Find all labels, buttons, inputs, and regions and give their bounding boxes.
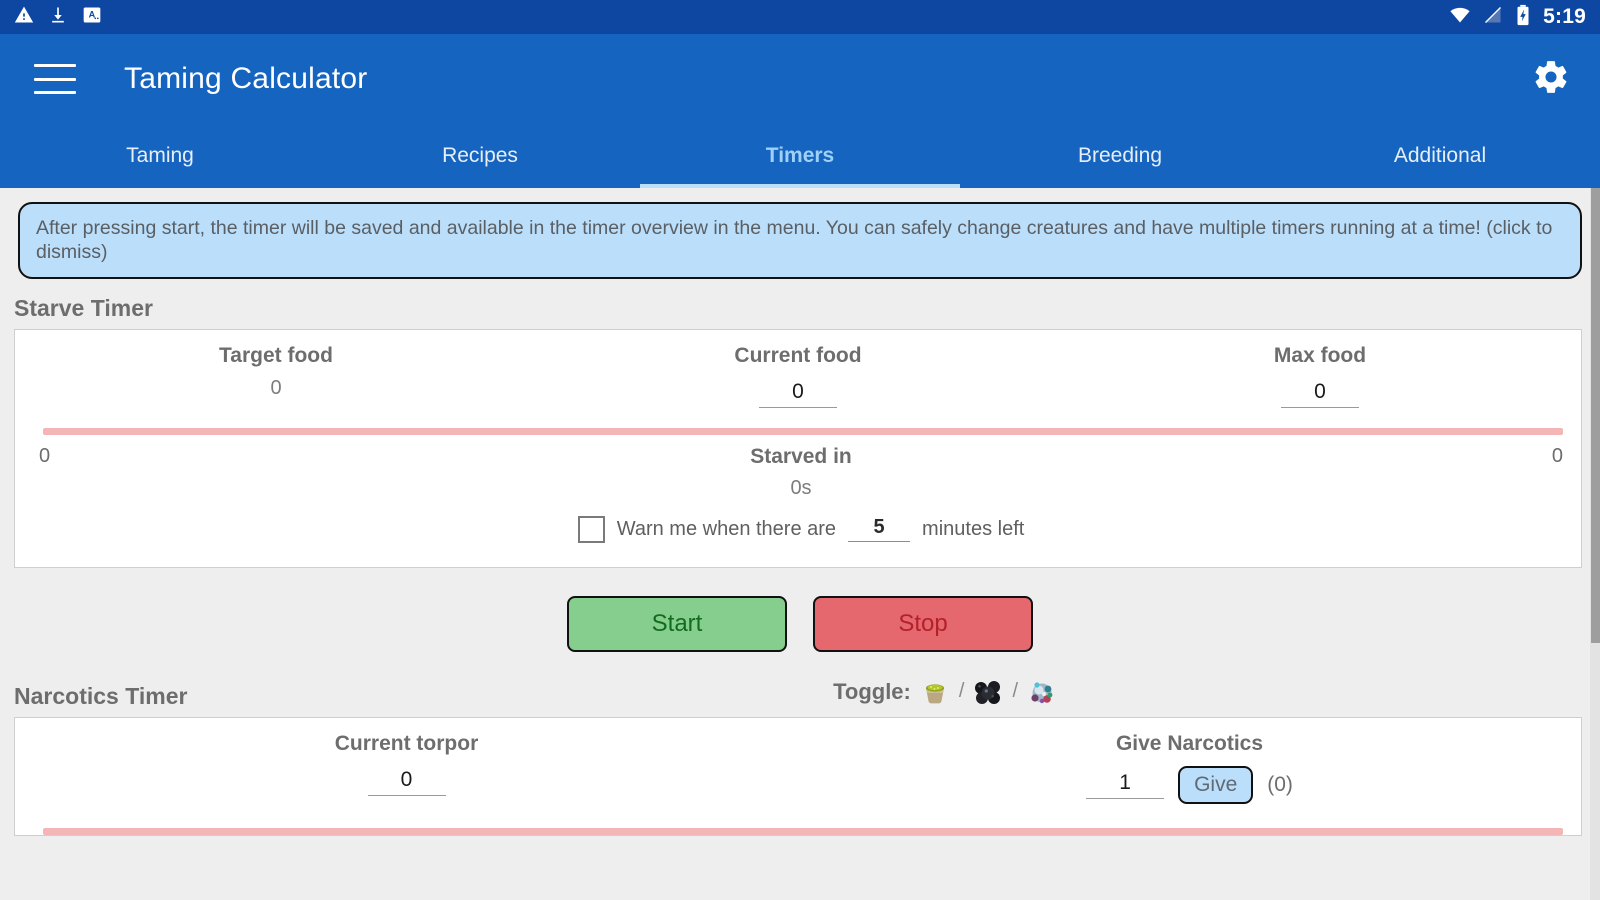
stop-button[interactable]: Stop [813,596,1033,652]
keyboard-input-icon: A [82,5,102,30]
starve-timer-heading: Starve Timer [14,295,1600,322]
tab-timers[interactable]: Timers [640,124,960,188]
download-icon [48,5,68,30]
narcotics-header-row: Narcotics Timer Toggle: / [0,674,1600,710]
status-bar: A 5:19 [0,0,1600,34]
starved-in-label: Starved in [750,445,852,469]
narcotics-toggle-group: Toggle: / [833,674,1060,710]
current-torpor-field: Current torpor [15,732,798,804]
starved-row: 0 Starved in 0s Warn me when there are m… [15,435,1581,555]
start-button[interactable]: Start [567,596,787,652]
toggle-label: Toggle: [833,679,911,705]
warn-text-after: minutes left [922,518,1024,541]
starve-progress-max: 0 [1483,445,1563,468]
tab-breeding[interactable]: Breeding [960,124,1280,188]
starve-progress-min: 0 [39,445,119,468]
vertical-scrollbar[interactable] [1590,188,1600,900]
warn-checkbox[interactable] [578,516,605,543]
give-narcotics-label: Give Narcotics [1116,732,1263,756]
gear-icon[interactable] [1532,58,1570,101]
card-bottom-spacer [15,555,1581,567]
status-bar-clock: 5:19 [1543,5,1586,29]
starved-in-block: Starved in 0s Warn me when there are min… [119,445,1483,555]
target-food-value: 0 [270,377,281,400]
max-food-input[interactable] [1281,380,1359,408]
narcotics-timer-card: Current torpor Give Narcotics Give (0) [14,717,1582,836]
battery-charging-icon [1515,4,1531,31]
tab-taming[interactable]: Taming [0,124,320,188]
tab-recipes[interactable]: Recipes [320,124,640,188]
status-bar-left-icons: A [14,5,102,30]
narcoberry-bowl-icon[interactable] [917,674,953,710]
tab-additional[interactable]: Additional [1280,124,1600,188]
give-button[interactable]: Give [1178,766,1253,804]
target-food-field: Target food 0 [15,344,537,408]
no-signal-icon [1483,5,1503,30]
give-count-label: (0) [1267,773,1293,797]
starved-in-value: 0s [790,477,811,500]
narcotic-icon[interactable] [970,674,1006,710]
current-food-field: Current food [537,344,1059,408]
give-narcotics-controls: Give (0) [1086,766,1293,804]
tab-bar: Taming Recipes Timers Breeding Additiona… [0,124,1600,188]
toggle-separator-1: / [959,680,965,703]
current-torpor-label: Current torpor [335,732,479,756]
toggle-separator-2: / [1012,680,1018,703]
status-bar-right-icons: 5:19 [1449,4,1586,31]
warning-icon [14,5,34,30]
warn-minutes-input[interactable] [848,516,910,542]
hamburger-icon[interactable] [34,64,76,94]
scrollbar-thumb[interactable] [1591,188,1600,643]
narcotics-progress-bar [43,828,1563,835]
max-food-label: Max food [1274,344,1366,368]
bio-toxin-icon[interactable] [1024,674,1060,710]
info-banner[interactable]: After pressing start, the timer will be … [18,202,1582,279]
wifi-icon [1449,5,1471,30]
current-food-label: Current food [734,344,861,368]
give-amount-input[interactable] [1086,771,1164,799]
timer-control-buttons: Start Stop [0,596,1600,652]
food-fields-row: Target food 0 Current food Max food [15,330,1581,414]
give-narcotics-field: Give Narcotics Give (0) [798,732,1581,804]
warn-text-before: Warn me when there are [617,518,836,541]
page-title: Taming Calculator [124,62,368,96]
starve-progress-bar [43,428,1563,435]
warn-row: Warn me when there are minutes left [578,516,1025,543]
starve-timer-card: Target food 0 Current food Max food 0 St… [14,329,1582,568]
current-torpor-input[interactable] [368,768,446,796]
max-food-field: Max food [1059,344,1581,408]
main-content: After pressing start, the timer will be … [0,188,1600,900]
narcotics-timer-heading: Narcotics Timer [14,683,187,710]
narcotics-fields-row: Current torpor Give Narcotics Give (0) [15,718,1581,812]
current-food-input[interactable] [759,380,837,408]
target-food-label: Target food [219,344,333,368]
app-bar: Taming Calculator [0,34,1600,124]
